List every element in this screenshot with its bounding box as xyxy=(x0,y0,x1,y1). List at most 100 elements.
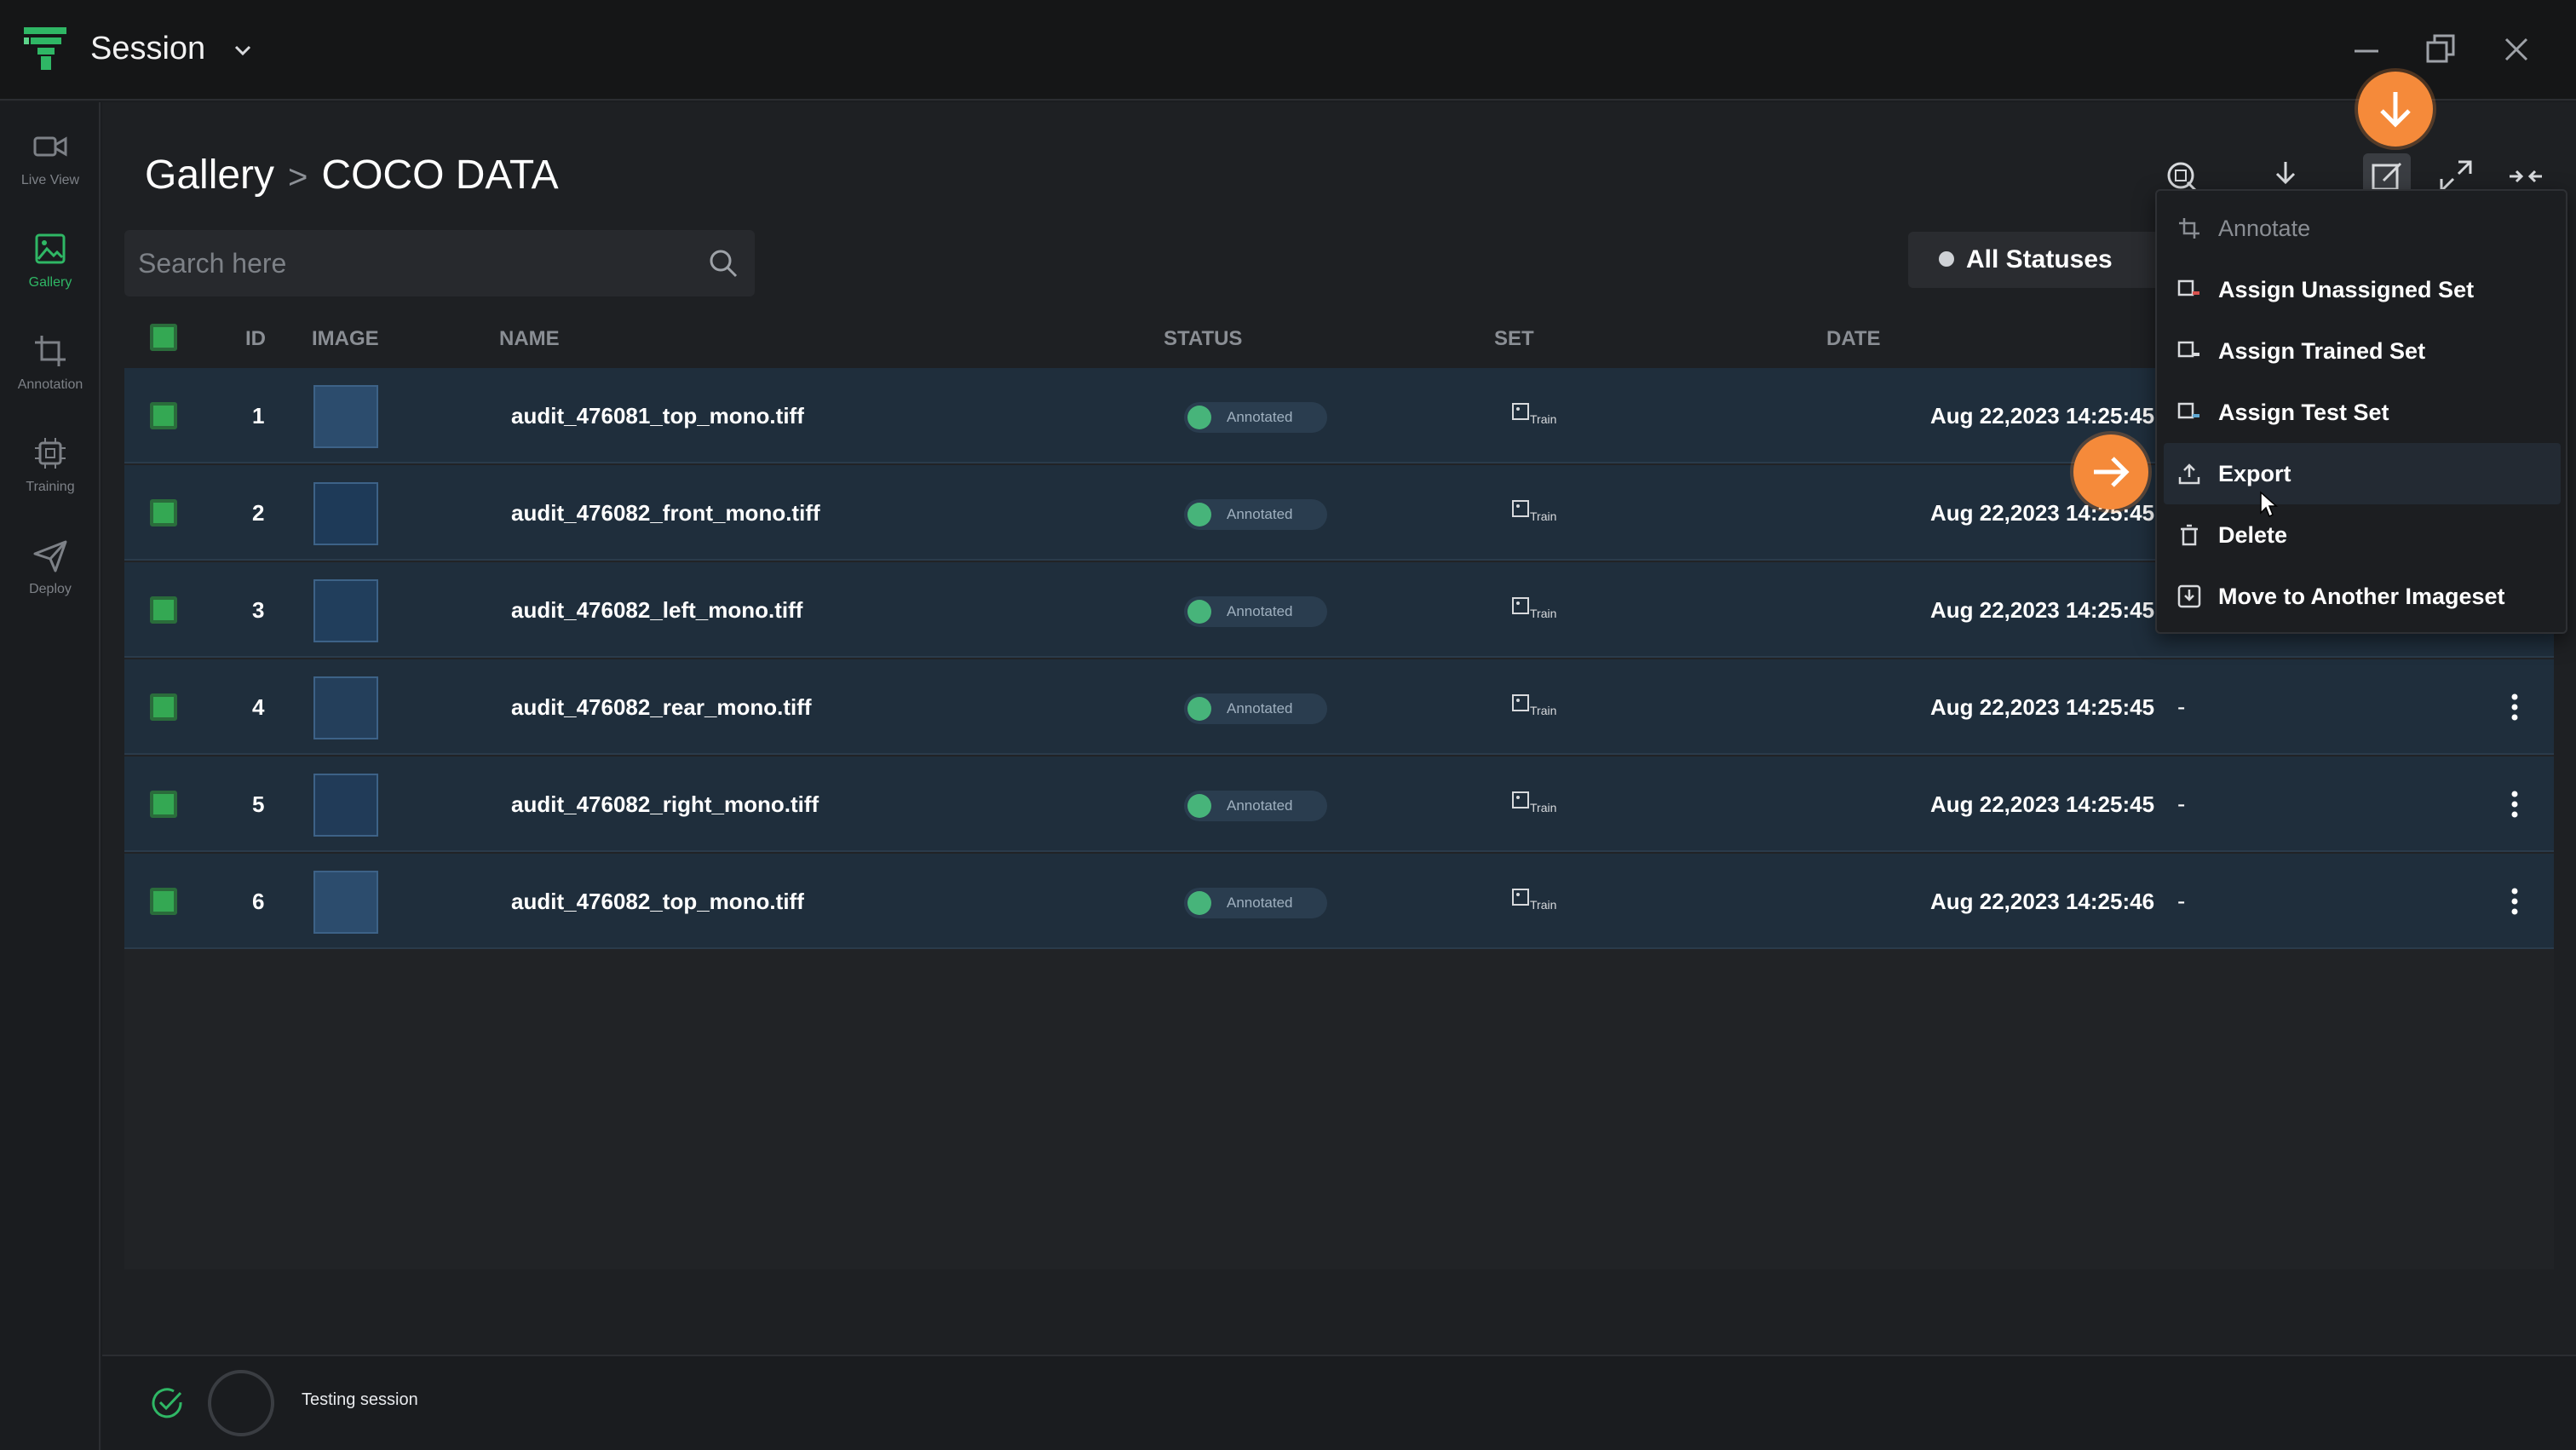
video-camera-icon xyxy=(33,136,67,157)
session-title[interactable]: Session xyxy=(90,31,205,67)
train-set-icon xyxy=(1512,791,1529,808)
arrow-right-icon xyxy=(2094,457,2130,487)
session-status-text: Testing session xyxy=(302,1390,418,1409)
column-header-date[interactable]: DATE xyxy=(1826,327,1881,351)
row-checkbox[interactable] xyxy=(150,791,177,818)
menu-item-assign-unassigned-set[interactable]: Assign Unassigned Set xyxy=(2164,259,2561,320)
menu-item-delete[interactable]: Delete xyxy=(2164,504,2561,566)
callout-down-arrow xyxy=(2358,72,2433,147)
status-toggle-icon xyxy=(1187,891,1211,915)
close-icon[interactable] xyxy=(2498,31,2535,68)
sidebar-item-live-view[interactable]: Live View xyxy=(0,119,101,204)
status-badge: Annotated xyxy=(1184,499,1327,530)
more-options-icon[interactable] xyxy=(2501,690,2528,724)
check-circle-icon xyxy=(152,1388,182,1418)
minimize-icon[interactable] xyxy=(2348,31,2385,68)
row-extra: - xyxy=(2177,888,2186,914)
row-id: 5 xyxy=(252,791,265,817)
breadcrumb: Gallery > COCO DATA xyxy=(145,152,559,199)
breadcrumb-root[interactable]: Gallery xyxy=(145,152,274,198)
column-header-set[interactable]: SET xyxy=(1494,327,1534,351)
set-badge: Train xyxy=(1511,791,1562,821)
column-header-status[interactable]: STATUS xyxy=(1164,327,1242,351)
row-name[interactable]: audit_476082_right_mono.tiff xyxy=(511,757,819,852)
upload-icon xyxy=(2178,463,2200,485)
set-label: Train xyxy=(1530,704,1557,717)
menu-item-annotate[interactable]: Annotate xyxy=(2164,198,2561,259)
table-row[interactable]: 4 audit_476082_rear_mono.tiff Annotated … xyxy=(124,659,2554,755)
menu-item-assign-test-set[interactable]: Assign Test Set xyxy=(2164,382,2561,443)
crop-icon xyxy=(35,336,66,366)
table-row[interactable]: 5 audit_476082_right_mono.tiff Annotated… xyxy=(124,757,2554,852)
train-set-icon xyxy=(1512,597,1529,614)
mouse-cursor-icon xyxy=(2260,491,2278,518)
chevron-down-icon[interactable] xyxy=(232,39,254,61)
sidebar-item-training[interactable]: Training xyxy=(0,426,101,511)
image-thumbnail[interactable] xyxy=(313,385,378,448)
row-id: 3 xyxy=(252,597,265,623)
status-badge-label: Annotated xyxy=(1227,895,1293,911)
trash-icon xyxy=(2181,524,2198,546)
set-badge: Train xyxy=(1511,596,1562,627)
search-box xyxy=(124,230,755,296)
image-thumbnail[interactable] xyxy=(313,871,378,934)
image-thumbnail[interactable] xyxy=(313,482,378,545)
row-id: 4 xyxy=(252,694,265,720)
more-options-icon[interactable] xyxy=(2501,787,2528,821)
column-header-image[interactable]: IMAGE xyxy=(312,327,379,351)
row-date: Aug 22,2023 14:25:45 xyxy=(1930,791,2155,817)
test-set-icon xyxy=(2177,402,2199,419)
row-name[interactable]: audit_476081_top_mono.tiff xyxy=(511,368,804,463)
row-name[interactable]: audit_476082_rear_mono.tiff xyxy=(511,659,812,755)
restore-icon[interactable] xyxy=(2423,31,2460,68)
set-label: Train xyxy=(1530,801,1557,814)
status-badge-label: Annotated xyxy=(1227,506,1293,522)
row-name[interactable]: audit_476082_front_mono.tiff xyxy=(511,465,820,561)
search-icon[interactable] xyxy=(707,247,739,279)
row-extra: - xyxy=(2177,791,2186,817)
sidebar-item-annotation[interactable]: Annotation xyxy=(0,324,101,409)
select-all-checkbox[interactable] xyxy=(150,324,177,351)
menu-item-move-to-another-imageset[interactable]: Move to Another Imageset xyxy=(2164,566,2561,627)
sidebar: Live View Gallery Annotation Training De… xyxy=(0,102,101,1450)
set-badge: Train xyxy=(1511,402,1562,433)
sidebar-item-label: Deploy xyxy=(29,582,72,596)
set-label: Train xyxy=(1530,412,1557,426)
menu-item-export[interactable]: Export xyxy=(2164,443,2561,504)
row-name[interactable]: audit_476082_left_mono.tiff xyxy=(511,562,802,658)
row-date: Aug 22,2023 14:25:45 xyxy=(1930,694,2155,720)
train-set-icon xyxy=(2177,341,2199,358)
table-row[interactable]: 6 audit_476082_top_mono.tiff Annotated T… xyxy=(124,854,2554,949)
search-input[interactable] xyxy=(124,230,704,296)
status-filter-dropdown[interactable]: All Statuses xyxy=(1908,232,2181,288)
status-bar: Testing session xyxy=(102,1355,2576,1450)
image-thumbnail[interactable] xyxy=(313,676,378,739)
status-toggle-icon xyxy=(1187,697,1211,721)
status-toggle-icon xyxy=(1187,794,1211,818)
row-id: 1 xyxy=(252,403,265,429)
train-set-icon xyxy=(1512,889,1529,906)
column-header-name[interactable]: NAME xyxy=(499,327,560,351)
menu-item-label: Move to Another Imageset xyxy=(2218,584,2505,609)
row-checkbox[interactable] xyxy=(150,596,177,624)
menu-item-assign-trained-set[interactable]: Assign Trained Set xyxy=(2164,320,2561,382)
sidebar-item-deploy[interactable]: Deploy xyxy=(0,528,101,613)
image-thumbnail[interactable] xyxy=(313,774,378,837)
app-logo-icon xyxy=(24,27,66,70)
column-header-id[interactable]: ID xyxy=(245,327,266,351)
unassigned-set-icon xyxy=(2177,279,2199,296)
row-checkbox[interactable] xyxy=(150,402,177,429)
row-name[interactable]: audit_476082_top_mono.tiff xyxy=(511,854,804,949)
crop-icon xyxy=(2179,218,2199,239)
sidebar-item-label: Training xyxy=(26,480,75,494)
breadcrumb-current: COCO DATA xyxy=(321,152,559,198)
row-checkbox[interactable] xyxy=(150,499,177,526)
arrow-down-icon xyxy=(2380,92,2411,128)
row-checkbox[interactable] xyxy=(150,888,177,915)
image-thumbnail[interactable] xyxy=(313,579,378,642)
sidebar-item-gallery[interactable]: Gallery xyxy=(0,222,101,307)
more-options-icon[interactable] xyxy=(2501,884,2528,918)
row-id: 6 xyxy=(252,889,265,914)
status-badge-label: Annotated xyxy=(1227,409,1293,425)
row-checkbox[interactable] xyxy=(150,693,177,721)
